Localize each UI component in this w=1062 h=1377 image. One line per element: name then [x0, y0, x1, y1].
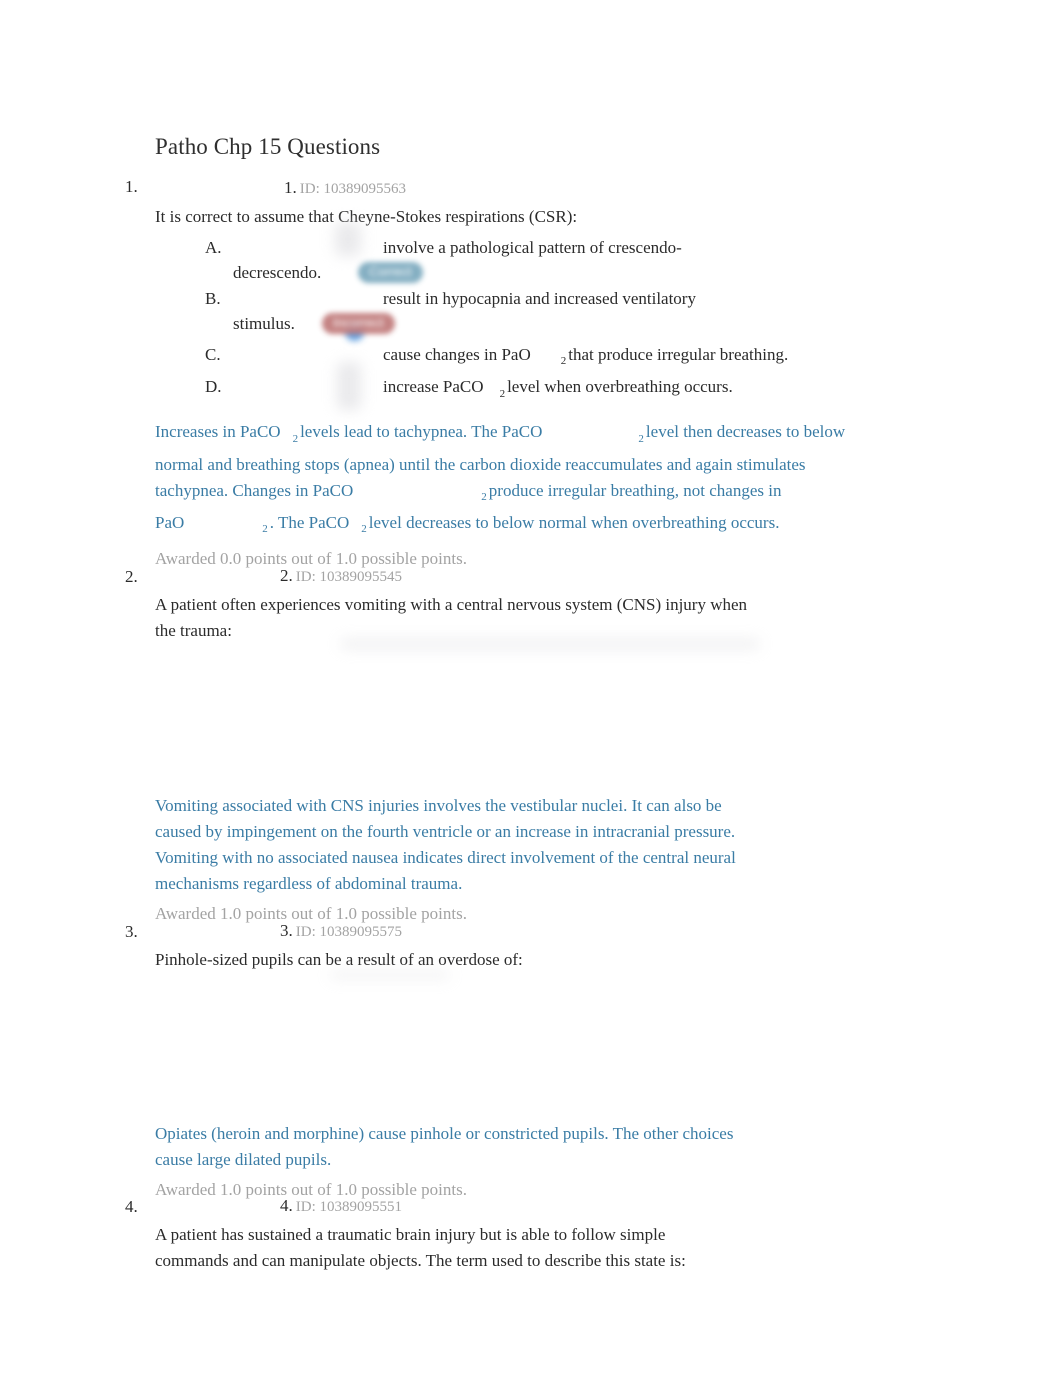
option-row[interactable]: C. cause changes in PaO 2 that produce irr…	[0, 342, 1062, 375]
subscript-two: 2	[638, 432, 644, 445]
option-letter-c: C.	[205, 344, 221, 364]
explanation-part: Increases in PaCO	[155, 422, 281, 442]
question-id: ID: 10389095563	[299, 181, 406, 197]
question-stem: A patient has sustained a traumatic brai…	[155, 1225, 686, 1270]
question-inner-marker: 1.	[284, 178, 297, 197]
explanation-text: Increases in PaCO 2 levels lead to tachypn…	[0, 419, 875, 542]
question-item: 4. 4. ID: 10389095551 A patient has susta…	[0, 1196, 1062, 1316]
page-title: Patho Chp 15 Questions	[155, 134, 381, 159]
answer-options-blank	[0, 639, 1062, 793]
correct-badge: Correct	[358, 262, 423, 283]
answer-options-blank	[0, 970, 1062, 1121]
render-smudge	[340, 639, 760, 649]
option-letter-b: B.	[205, 288, 221, 308]
option-text-c-main: cause changes in PaO	[383, 344, 531, 364]
question-item: 2. 2. ID: 10389095545 A patient often exp…	[0, 566, 1062, 923]
option-text-a: involve a pathological pattern of cresce…	[383, 237, 682, 257]
option-text-d-tail: level when overbreathing occurs.	[507, 377, 733, 397]
question-header: 2. ID: 10389095545	[0, 566, 1062, 592]
option-letter-d: D.	[205, 377, 222, 397]
subscript-two: 2	[499, 387, 506, 400]
render-smudge	[330, 970, 450, 979]
option-trailer-b: stimulus. Incorrect	[0, 311, 1062, 337]
option-text-c: cause changes in PaO 2 that produce irregu…	[205, 342, 1062, 375]
question-id: ID: 10389095551	[295, 1199, 402, 1215]
question-item: 3. 3. ID: 10389095575 Pinhole-sized pupil…	[0, 921, 1062, 1199]
subscript-two: 2	[560, 354, 567, 367]
explanation-part: . The PaCO	[269, 513, 350, 533]
question-header: 1. ID: 10389095563	[0, 178, 1062, 204]
question-header: 3. ID: 10389095575	[0, 921, 1062, 947]
option-text-d-main: increase PaCO	[383, 377, 484, 397]
explanation-part: levels lead to tachypnea. The PaCO	[300, 422, 543, 442]
question-stem: Pinhole-sized pupils can be a result of …	[155, 950, 523, 969]
explanation-text: Opiates (heroin and morphine) cause pinh…	[155, 1123, 734, 1169]
question-inner-marker: 4.	[280, 1196, 293, 1215]
option-text-d: increase PaCO 2 level when overbreathing o…	[205, 374, 1062, 407]
question-item: 1. 1. ID: 10389095563 It is correct to as…	[0, 178, 1062, 568]
option-trailer-a: decrescendo. Correct	[0, 260, 1062, 286]
explanation-part: level decreases to below normal when ove…	[368, 513, 780, 533]
question-stem: A patient often experiences vomiting wit…	[155, 595, 748, 640]
incorrect-badge: Incorrect	[322, 313, 395, 334]
document-page: Patho Chp 15 Questions 1. 1. ID: 10389095…	[0, 0, 1062, 1377]
option-letter-a: A.	[205, 237, 222, 257]
question-stem: It is correct to assume that Cheyne-Stok…	[155, 207, 578, 226]
subscript-two: 2	[292, 432, 299, 445]
option-row[interactable]: D. increase PaCO 2 level when overbreathin…	[0, 374, 1062, 407]
option-text-c-tail: that produce irregular breathing.	[568, 344, 789, 364]
subscript-two: 2	[361, 523, 367, 536]
questions-list: 1. 1. ID: 10389095563 It is correct to as…	[0, 178, 1062, 1316]
subscript-two: 2	[481, 491, 487, 504]
question-id: ID: 10389095545	[295, 569, 402, 585]
explanation-text: Vomiting associated with CNS injuries in…	[155, 796, 736, 893]
question-id: ID: 10389095575	[295, 924, 402, 940]
option-text-a-cont: decrescendo.	[233, 263, 322, 282]
subscript-two: 2	[262, 523, 268, 536]
answer-options: A. involve a pathological pattern of cre…	[0, 221, 1062, 410]
option-row[interactable]: A. involve a pathological pattern of cre…	[0, 235, 1062, 261]
option-text-b: result in hypocapnia and increased venti…	[383, 288, 696, 308]
question-inner-marker: 2.	[280, 566, 293, 585]
question-header: 4. ID: 10389095551	[0, 1196, 1062, 1222]
option-row[interactable]: B. result in hypocapnia and increased ve…	[0, 286, 1062, 312]
question-inner-marker: 3.	[280, 921, 293, 940]
option-text-b-cont: stimulus.	[233, 314, 295, 333]
